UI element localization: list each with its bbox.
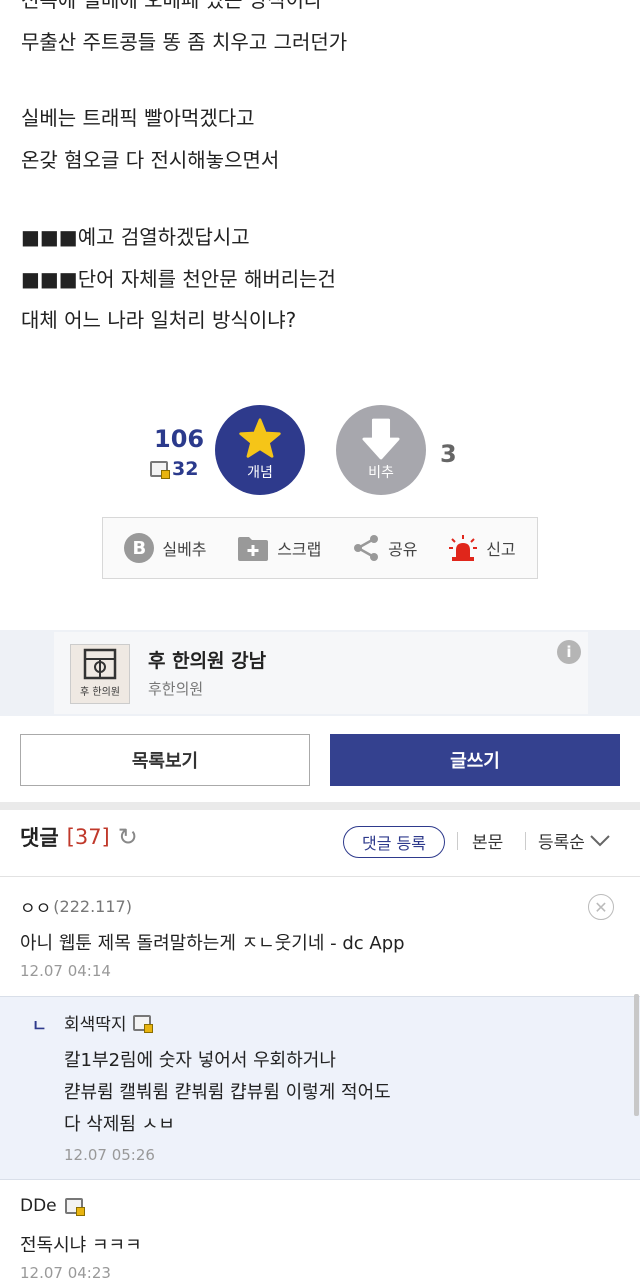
comments-count: [37] <box>66 825 110 849</box>
ad-logo: 후 한의원 <box>70 644 130 704</box>
post-line: 전독에 실베에 오베페 있는 방식이라 <box>21 0 323 12</box>
post-action-bar: B 실베추 스크랩 공유 신고 <box>102 517 538 579</box>
list-view-button[interactable]: 목록보기 <box>20 734 310 786</box>
sort-dropdown[interactable]: 등록순 <box>538 828 611 853</box>
close-circle-icon[interactable]: ✕ <box>588 894 614 920</box>
star-icon <box>239 418 281 458</box>
chevron-down-icon <box>590 834 610 846</box>
ad-logo-text: 후 한의원 <box>80 686 120 698</box>
post-line: 실베는 트래픽 빨아먹겠다고 <box>21 106 255 130</box>
upvote-count: 106 <box>154 425 205 453</box>
down-arrow-icon <box>362 418 400 460</box>
divider <box>0 876 640 877</box>
report-label: 신고 <box>486 540 516 559</box>
downvote-count: 3 <box>440 440 457 468</box>
go-to-body-link[interactable]: 본문 <box>472 828 503 853</box>
downvote-label: 비추 <box>368 465 394 481</box>
upvote-label: 개념 <box>247 465 273 481</box>
upvote-button[interactable]: 개념 <box>215 405 305 495</box>
info-icon[interactable]: i <box>557 640 581 664</box>
share-button[interactable]: 공유 <box>352 534 418 562</box>
comment-ip: (222.117) <box>53 897 132 916</box>
post-line: ■■■단어 자체를 천안문 해버리는건 <box>21 267 336 291</box>
silbe-label: 실베추 <box>162 540 207 559</box>
comment-time: 12.07 04:23 <box>20 1264 111 1280</box>
comment-text: 전독시냐 ㅋㅋㅋ <box>20 1235 142 1256</box>
fixed-upvote-number: 32 <box>172 458 199 480</box>
scrap-button[interactable]: 스크랩 <box>237 534 321 562</box>
reply-text-line: 다 삭제됨 ㅅㅂ <box>64 1114 175 1135</box>
bookmark-b-icon: B <box>124 533 155 563</box>
folder-plus-icon <box>238 537 269 561</box>
reply-indicator: ㄴ <box>32 1016 47 1035</box>
ad-card[interactable] <box>54 632 588 714</box>
fixed-member-icon <box>64 1198 85 1216</box>
post-line: 무출산 주트콩들 똥 좀 치우고 그러던가 <box>21 30 348 54</box>
reply-text-line: 캳뷰륌 캘붜륌 캳붜륌 캽뷰륌 이렇게 적어도 <box>64 1082 391 1103</box>
silbe-recommend-button[interactable]: B 실베추 <box>124 533 207 563</box>
ad-title[interactable]: 후 한의원 강남 <box>148 646 266 673</box>
section-divider <box>0 802 640 810</box>
comment-author[interactable]: ㅇㅇ (222.117) <box>20 894 132 919</box>
post-line: ■■■예고 검열하겠답시고 <box>21 225 250 249</box>
reply-author[interactable]: 회색딱지 <box>64 1010 153 1035</box>
comment-author[interactable]: DDe <box>20 1196 85 1216</box>
reply-author-name: 회색딱지 <box>64 1015 127 1035</box>
scrollbar[interactable] <box>634 994 639 1116</box>
reply-time: 12.07 05:26 <box>64 1146 155 1164</box>
share-icon <box>354 535 379 561</box>
comment-time: 12.07 04:14 <box>20 962 111 980</box>
fixed-member-icon <box>150 461 170 479</box>
comment-text: 아니 웹툰 제목 돌려말하는게 ㅈㄴ웃기네 - dc App <box>20 933 405 954</box>
divider <box>457 832 458 850</box>
fixed-upvote-count: 32 <box>150 458 198 480</box>
post-line: 대체 어느 나라 일처리 방식이냐? <box>21 308 297 332</box>
refresh-icon[interactable]: ↻ <box>118 823 138 851</box>
share-label: 공유 <box>388 540 418 559</box>
reply-text-line: 칼1부2림에 숫자 넣어서 우회하거나 <box>64 1050 336 1071</box>
sort-label: 등록순 <box>538 833 585 853</box>
ad-subtitle: 후한의원 <box>148 680 204 698</box>
comment-author-name: ㅇㅇ <box>20 899 52 919</box>
comments-title: 댓글 <box>20 826 59 850</box>
siren-icon <box>449 535 478 561</box>
report-button[interactable]: 신고 <box>448 534 516 562</box>
comment-author-name: DDe <box>20 1196 57 1216</box>
divider <box>525 832 526 850</box>
comments-header: 댓글 [37] ↻ <box>20 822 138 852</box>
downvote-button[interactable]: 비추 <box>336 405 426 495</box>
fixed-member-icon <box>132 1014 153 1033</box>
post-line: 온갖 혐오글 다 전시해놓으면서 <box>21 148 280 172</box>
write-post-button[interactable]: 글쓰기 <box>330 734 620 786</box>
comment-register-button[interactable]: 댓글 등록 <box>343 826 445 858</box>
scrap-label: 스크랩 <box>277 540 322 559</box>
